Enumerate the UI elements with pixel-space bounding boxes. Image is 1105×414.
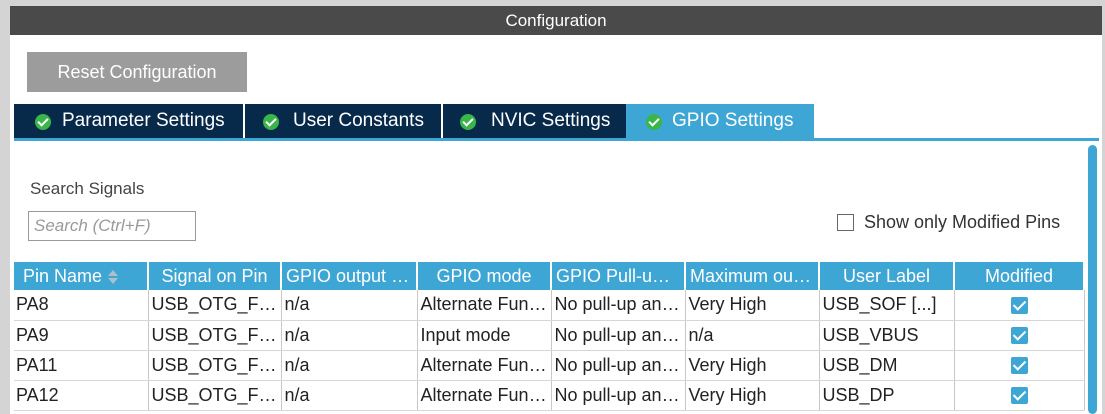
output-level-cell: n/a (281, 350, 418, 381)
pull-cell: No pull-up and no pull-down (551, 380, 686, 411)
tab-label: NVIC Settings (491, 110, 611, 131)
modified-cell (954, 320, 1085, 351)
user-label-cell: USB_VBUS (819, 320, 955, 351)
modified-cell (954, 380, 1085, 411)
check-circle-icon (646, 114, 662, 130)
modified-checkbox-icon[interactable] (1010, 297, 1028, 314)
panel-title: Configuration (505, 11, 607, 30)
output-level-cell: n/a (281, 320, 418, 351)
sort-arrows-icon[interactable] (108, 269, 119, 284)
pull-cell: No pull-up and no pull-down (551, 290, 686, 321)
tab-label: GPIO Settings (672, 110, 794, 131)
speed-cell: Very High (685, 350, 820, 381)
tab-underline (14, 138, 1099, 141)
show-modified-label: Show only Modified Pins (864, 212, 1061, 232)
column-header-signal-on-pin[interactable]: Signal on Pin (148, 262, 282, 290)
show-modified-checkbox[interactable] (837, 214, 854, 231)
signal-cell: USB_OTG_FS_SOF (148, 290, 282, 321)
tab-label: Parameter Settings (62, 110, 225, 131)
modified-cell (954, 290, 1085, 321)
column-header-gpio-output-level[interactable]: GPIO output level (281, 262, 418, 290)
check-circle-icon (35, 114, 51, 130)
pin-name-cell: PA8 (14, 290, 149, 321)
table-header-row: Pin Name Signal on Pin GPIO output level… (14, 262, 1085, 290)
title-bar: Configuration (10, 6, 1102, 35)
gpio-signals-table: Pin Name Signal on Pin GPIO output level… (14, 262, 1085, 411)
table-row[interactable]: PA12 USB_OTG_FS_DP n/a Alternate Functio… (14, 380, 1085, 411)
check-circle-icon (460, 114, 476, 130)
user-label-cell: USB_SOF [...] (819, 290, 955, 321)
vertical-scrollbar[interactable] (1088, 145, 1097, 414)
pin-name-cell: PA11 (14, 350, 149, 381)
table-row[interactable]: PA11 USB_OTG_FS_DM n/a Alternate Functio… (14, 350, 1085, 381)
tab-user-constants[interactable]: User Constants (245, 104, 441, 138)
modified-checkbox-icon[interactable] (1010, 327, 1028, 345)
pin-name-cell: PA12 (14, 380, 149, 411)
signal-cell: USB_OTG_FS_DM (148, 350, 282, 381)
signal-cell: USB_OTG_FS_DP (148, 380, 282, 411)
pin-name-cell: PA9 (14, 320, 149, 351)
gpio-mode-cell: Alternate Function Push Pull (417, 380, 552, 411)
user-label-cell: USB_DP (819, 380, 955, 411)
speed-cell: Very High (685, 290, 820, 321)
search-signals-label: Search Signals (30, 179, 145, 198)
modified-cell (954, 350, 1085, 381)
column-header-gpio-pull[interactable]: GPIO Pull-up/Pull-down (551, 262, 686, 290)
table-row[interactable]: PA8 USB_OTG_FS_SOF n/a Alternate Functio… (14, 290, 1085, 321)
check-circle-icon (263, 114, 279, 130)
column-header-pin-name[interactable]: Pin Name (14, 262, 149, 290)
column-header-max-output-speed[interactable]: Maximum output speed (685, 262, 820, 290)
column-header-modified[interactable]: Modified (954, 262, 1085, 290)
column-header-gpio-mode[interactable]: GPIO mode (417, 262, 552, 290)
column-header-user-label[interactable]: User Label (819, 262, 955, 290)
modified-checkbox-icon[interactable] (1010, 387, 1028, 405)
reset-configuration-button[interactable]: Reset Configuration (27, 52, 247, 92)
output-level-cell: n/a (281, 380, 418, 411)
user-label-cell: USB_DM (819, 350, 955, 381)
tab-label: User Constants (293, 110, 424, 131)
search-input[interactable] (28, 211, 196, 241)
output-level-cell: n/a (281, 290, 418, 321)
gpio-mode-cell: Input mode (417, 320, 552, 351)
signal-cell: USB_OTG_FS_VBUS (148, 320, 282, 351)
tab-nvic-settings[interactable]: NVIC Settings (443, 104, 639, 138)
tab-gpio-settings[interactable]: GPIO Settings (626, 104, 814, 138)
speed-cell: Very High (685, 380, 820, 411)
pull-cell: No pull-up and no pull-down (551, 350, 686, 381)
tab-parameter-settings[interactable]: Parameter Settings (14, 104, 243, 138)
pull-cell: No pull-up and no pull-down (551, 320, 686, 351)
modified-checkbox-icon[interactable] (1010, 357, 1028, 375)
gpio-mode-cell: Alternate Function Push Pull (417, 290, 552, 321)
speed-cell: n/a (685, 320, 820, 351)
gpio-mode-cell: Alternate Function Push Pull (417, 350, 552, 381)
table-row[interactable]: PA9 USB_OTG_FS_VBUS n/a Input mode No pu… (14, 320, 1085, 351)
